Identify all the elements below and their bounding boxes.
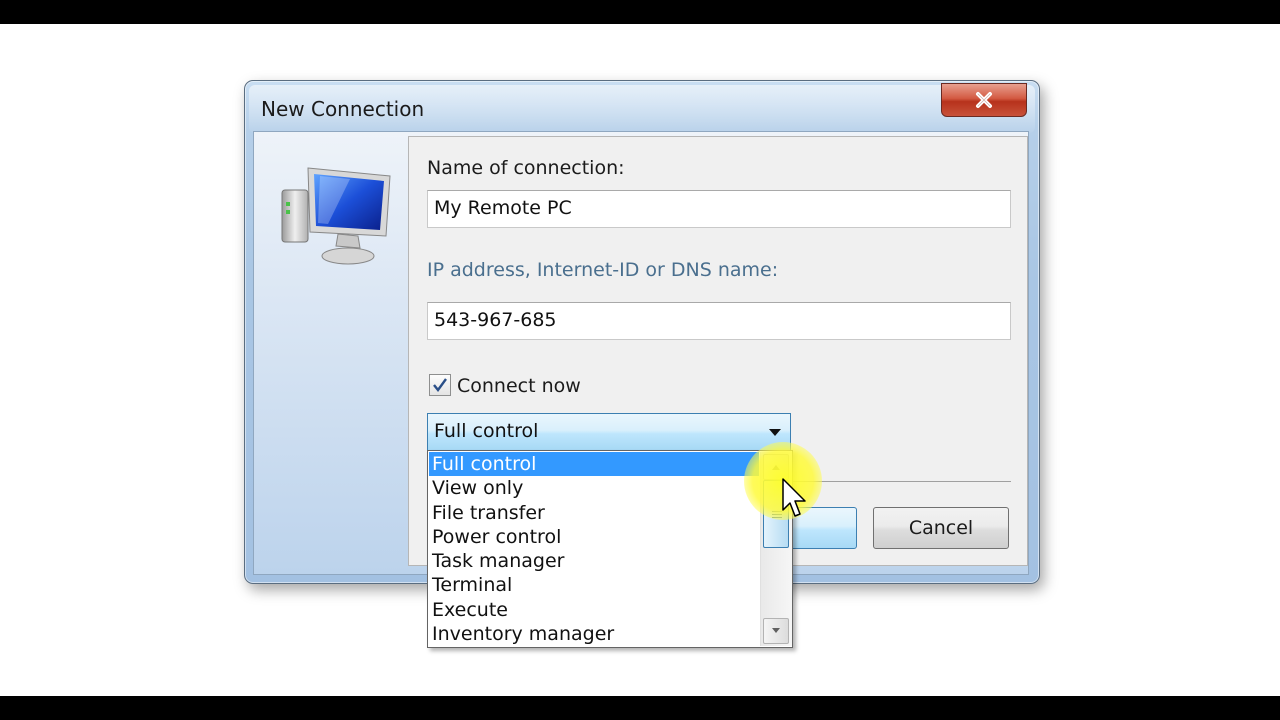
access-mode-select[interactable]: Full control (427, 413, 791, 451)
dropdown-option-power-control[interactable]: Power control (429, 525, 759, 549)
scroll-down-button[interactable] (763, 618, 789, 644)
video-frame: New Connection Name of connection: My Re… (0, 24, 1280, 696)
dropdown-option-file-transfer[interactable]: File transfer (429, 501, 759, 525)
chevron-down-icon (772, 628, 780, 633)
connection-name-field[interactable]: My Remote PC (427, 190, 1011, 228)
address-label: IP address, Internet-ID or DNS name: (427, 259, 779, 281)
access-mode-value: Full control (434, 420, 539, 442)
chevron-down-icon (769, 429, 781, 436)
dropdown-option-full-control[interactable]: Full control (429, 452, 759, 477)
dropdown-option-execute[interactable]: Execute (429, 598, 759, 622)
dialog-title: New Connection (261, 97, 425, 121)
dropdown-options: Full control View only File transfer Pow… (429, 452, 759, 646)
dropdown-option-view-only[interactable]: View only (429, 476, 759, 500)
mouse-pointer-icon (782, 478, 806, 517)
name-label: Name of connection: (427, 157, 625, 179)
letterbox-top (0, 0, 1280, 24)
computer-icon (281, 167, 391, 265)
cancel-button[interactable]: Cancel (873, 507, 1009, 549)
checkmark-icon (433, 378, 447, 392)
address-field[interactable]: 543-967-685 (427, 302, 1011, 340)
dropdown-option-task-manager[interactable]: Task manager (429, 549, 759, 573)
dropdown-option-inventory-manager[interactable]: Inventory manager (429, 622, 759, 646)
close-icon (976, 92, 992, 108)
connect-now-checkbox[interactable] (429, 374, 451, 396)
close-button[interactable] (941, 83, 1027, 117)
access-mode-dropdown-list: Full control View only File transfer Pow… (427, 450, 793, 648)
connect-now-label[interactable]: Connect now (457, 375, 581, 397)
letterbox-bottom (0, 696, 1280, 720)
dropdown-option-terminal[interactable]: Terminal (429, 573, 759, 597)
